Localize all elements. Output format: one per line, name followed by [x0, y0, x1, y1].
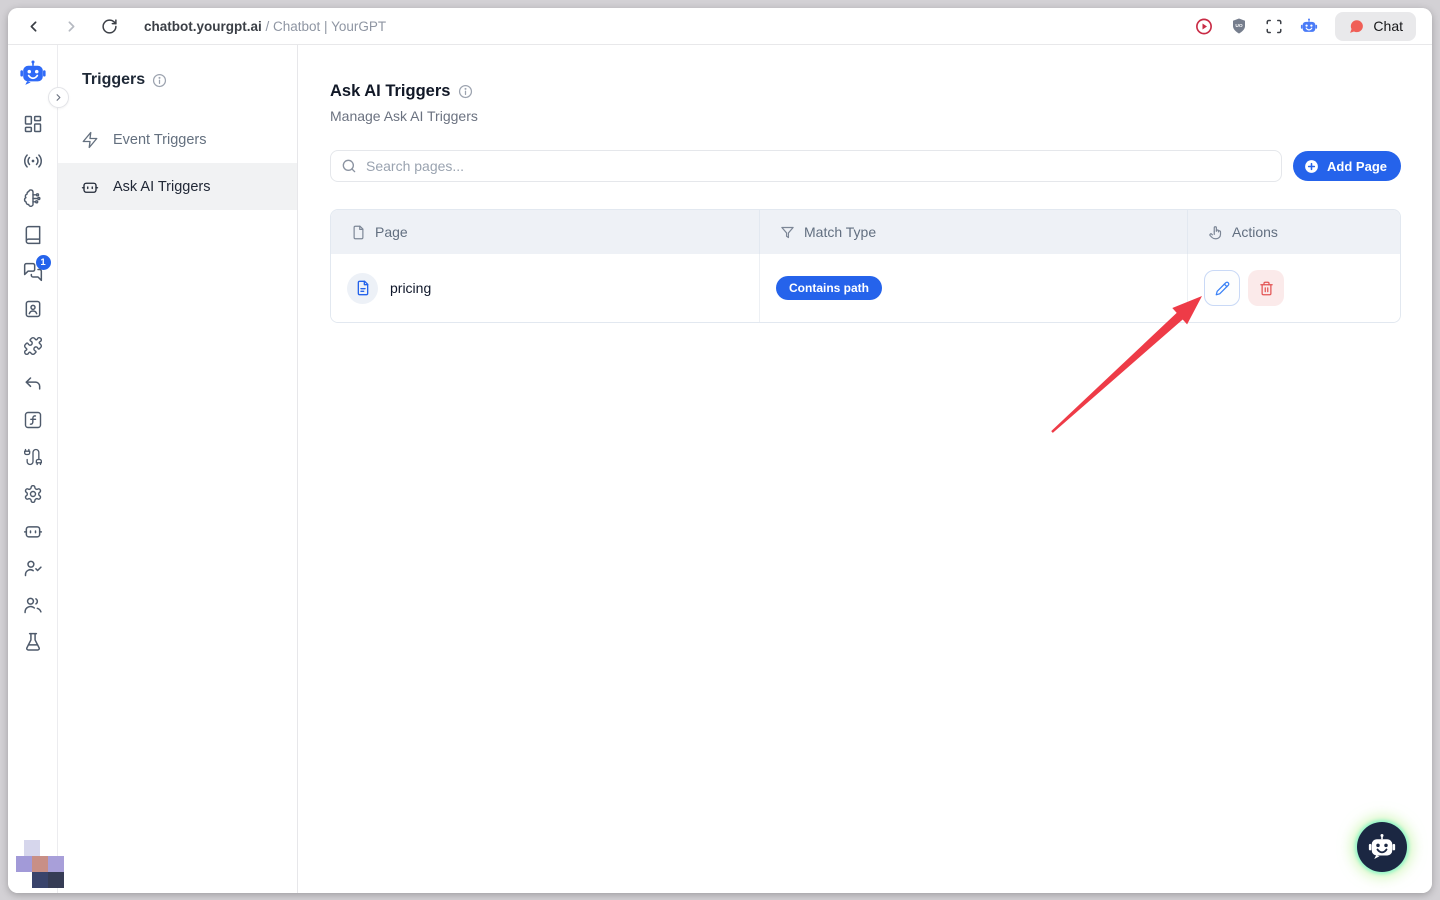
yourgpt-logo[interactable] [19, 59, 47, 87]
sidebar-item-connections-icon[interactable] [23, 447, 43, 467]
triggers-panel: Triggers Event Triggers Ask AI Triggers [58, 45, 298, 893]
sidebar-item-functions-icon[interactable] [23, 410, 43, 430]
chat-button-label: Chat [1373, 18, 1403, 34]
search-input[interactable] [330, 150, 1282, 182]
delete-button[interactable] [1248, 270, 1284, 306]
add-page-label: Add Page [1327, 159, 1387, 174]
edit-button[interactable] [1204, 270, 1240, 306]
back-icon[interactable] [24, 17, 42, 35]
tab-title: Chatbot | YourGPT [273, 19, 386, 34]
unread-count-badge: 1 [36, 255, 51, 270]
sidebar-item-conversations-icon[interactable]: 1 [23, 262, 43, 282]
fullscreen-frame-icon[interactable] [1265, 17, 1283, 35]
sidebar-item-knowledge-book-icon[interactable] [23, 225, 43, 245]
browser-window: chatbot.yourgpt.ai / Chatbot | YourGPT U… [8, 8, 1432, 893]
svg-text:UO: UO [1236, 23, 1244, 29]
panel-item-event-triggers[interactable]: Event Triggers [58, 116, 297, 163]
column-header-match-type: Match Type [759, 210, 1187, 254]
actions-cell [1187, 254, 1400, 322]
sidebar-item-integrations-icon[interactable] [23, 336, 43, 356]
column-header-page: Page [331, 210, 759, 254]
robot-face-icon [1367, 832, 1397, 862]
panel-item-label: Event Triggers [113, 132, 207, 148]
page-name: pricing [390, 280, 431, 296]
panel-collapse-chevron[interactable] [48, 87, 69, 108]
bot-icon [81, 178, 99, 196]
plus-circle-icon [1303, 158, 1320, 175]
url-separator: / [262, 19, 273, 34]
chat-bubble-icon [1348, 18, 1365, 35]
add-page-button[interactable]: Add Page [1293, 151, 1401, 181]
url-host: chatbot.yourgpt.ai [144, 19, 262, 34]
page-subtitle: Manage Ask AI Triggers [330, 108, 1401, 124]
panel-item-ask-ai-triggers[interactable]: Ask AI Triggers [58, 163, 297, 210]
swatch [48, 872, 64, 888]
column-header-actions: Actions [1187, 210, 1400, 254]
file-icon [351, 225, 366, 240]
icon-rail: 1 [8, 45, 58, 893]
sidebar-item-contacts-icon[interactable] [23, 299, 43, 319]
sidebar-item-user-check-icon[interactable] [23, 558, 43, 578]
pencil-icon [1215, 281, 1230, 296]
swatch [24, 840, 40, 856]
record-icon[interactable] [1195, 17, 1213, 35]
funnel-icon [780, 225, 795, 240]
trash-icon [1259, 281, 1274, 296]
search-icon [341, 158, 357, 174]
sidebar-item-chatbot-icon[interactable] [23, 521, 43, 541]
swatch [16, 856, 32, 872]
info-icon[interactable] [458, 84, 473, 99]
panel-title-label: Triggers [82, 71, 145, 89]
info-icon[interactable] [152, 73, 167, 88]
main-content: Ask AI Triggers Manage Ask AI Triggers A… [298, 45, 1432, 893]
triggers-table: Page Match Type Actions [330, 209, 1401, 323]
loading-artifact [8, 838, 68, 890]
reload-icon[interactable] [100, 17, 118, 35]
sidebar-item-labs-icon[interactable] [23, 632, 43, 652]
page-title: Ask AI Triggers [330, 82, 450, 101]
sidebar-item-broadcast-icon[interactable] [23, 151, 43, 171]
adblock-shield-icon[interactable]: UO [1230, 17, 1248, 35]
swatch [32, 856, 48, 872]
page-file-icon [347, 273, 378, 304]
match-type-badge: Contains path [776, 276, 882, 300]
pointer-hand-icon [1208, 225, 1223, 240]
table-header: Page Match Type Actions [331, 210, 1400, 254]
panel-item-label: Ask AI Triggers [113, 179, 211, 195]
sidebar-item-ai-brain-icon[interactable] [23, 188, 43, 208]
table-row: pricing Contains path [331, 254, 1400, 322]
forward-icon[interactable] [62, 17, 80, 35]
page-cell: pricing [331, 254, 759, 322]
sidebar-item-reply-icon[interactable] [23, 373, 43, 393]
sidebar-item-team-icon[interactable] [23, 595, 43, 615]
chat-extension-button[interactable]: Chat [1335, 12, 1416, 41]
zap-icon [81, 131, 99, 149]
robot-extension-icon[interactable] [1300, 17, 1318, 35]
sidebar-item-settings-icon[interactable] [23, 484, 43, 504]
chat-widget-launcher[interactable] [1357, 822, 1407, 872]
match-type-cell: Contains path [759, 254, 1187, 322]
sidebar-item-dashboard-icon[interactable] [23, 114, 43, 134]
browser-toolbar: chatbot.yourgpt.ai / Chatbot | YourGPT U… [8, 8, 1432, 45]
swatch [48, 856, 64, 872]
address-bar[interactable]: chatbot.yourgpt.ai / Chatbot | YourGPT [144, 19, 386, 34]
swatch [32, 872, 48, 888]
